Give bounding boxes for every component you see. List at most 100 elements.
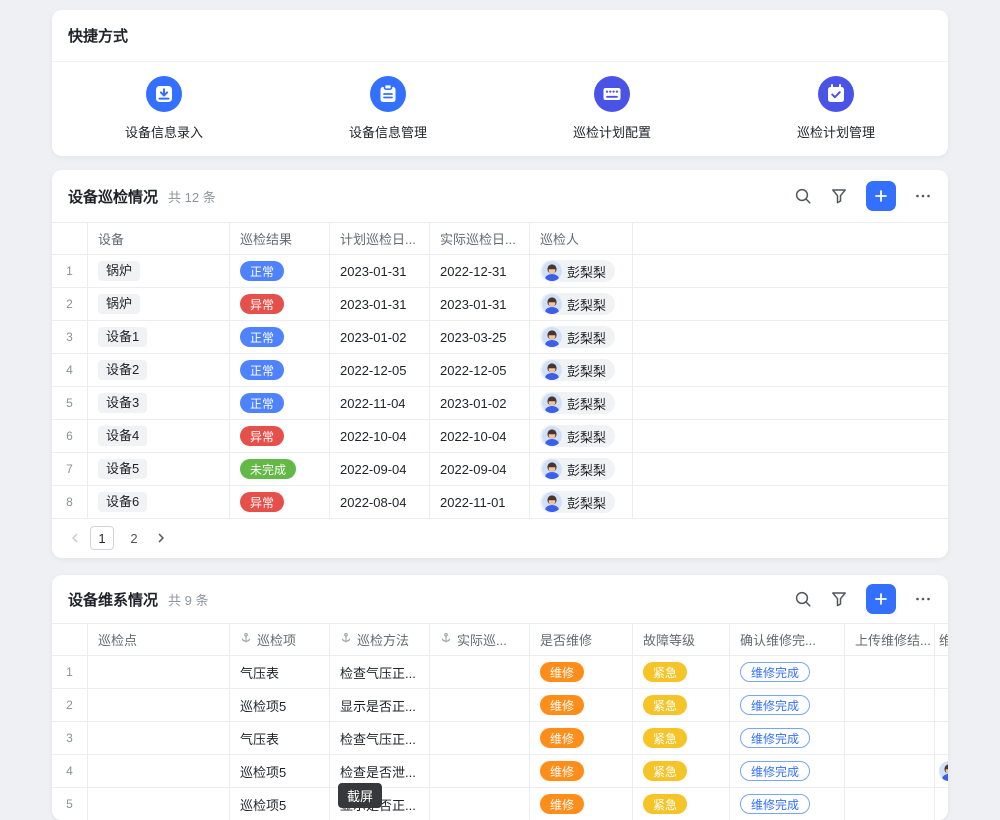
table-row[interactable]: 1 锅炉 正常 2023-01-31 2022-12-31 彭梨梨 [52,255,948,288]
device-cell[interactable]: 设备2 [88,354,230,387]
plan-date-cell[interactable]: 2023-01-02 [330,321,430,354]
repair-cell[interactable]: 维修 [530,722,633,755]
column-header-upload[interactable]: 上传维修结... [845,624,935,656]
inspector-cell[interactable]: 彭梨梨 [530,453,633,486]
table-row[interactable]: 7 设备5 未完成 2022-09-04 2022-09-04 彭梨梨 [52,453,948,486]
table-row[interactable]: 5 巡检项5 显示是否正... 维修 紧急 维修完成 [52,788,948,820]
device-cell[interactable]: 设备4 [88,420,230,453]
shortcut-device-manage[interactable]: 设备信息管理 [276,76,500,141]
point-cell[interactable] [88,689,230,722]
item-cell[interactable]: 巡检项5 [230,755,330,788]
table-row[interactable]: 6 设备4 异常 2022-10-04 2022-10-04 彭梨梨 [52,420,948,453]
column-header-repair[interactable]: 是否维修 [530,624,633,656]
page-button-1[interactable]: 1 [90,526,114,550]
actual-date-cell[interactable]: 2022-12-05 [430,354,530,387]
method-cell[interactable]: 检查气压正... [330,656,430,689]
next-page-icon[interactable] [154,531,168,545]
item-cell[interactable]: 巡检项5 [230,689,330,722]
column-header-confirm[interactable]: 确认维修完... [730,624,845,656]
actual-cell[interactable] [430,722,530,755]
repair-cell[interactable]: 维修 [530,755,633,788]
page-button-2[interactable]: 2 [122,526,146,550]
table-row[interactable]: 1 气压表 检查气压正... 维修 紧急 维修完成 [52,656,948,689]
column-header-point[interactable]: 巡检点 [88,624,230,656]
confirm-cell[interactable]: 维修完成 [730,656,845,689]
column-header-plan-date[interactable]: 计划巡检日... [330,223,430,255]
point-cell[interactable] [88,656,230,689]
result-cell[interactable]: 异常 [230,420,330,453]
actual-date-cell[interactable]: 2023-01-02 [430,387,530,420]
inspector-cell[interactable]: 彭梨梨 [530,354,633,387]
shortcut-device-entry[interactable]: 设备信息录入 [52,76,276,141]
inspector-cell[interactable]: 彭梨梨 [530,486,633,519]
table-row[interactable]: 2 巡检项5 显示是否正... 维修 紧急 维修完成 [52,689,948,722]
result-cell[interactable]: 未完成 [230,453,330,486]
confirm-button[interactable]: 维修完成 [740,662,810,682]
result-cell[interactable]: 正常 [230,255,330,288]
device-cell[interactable]: 设备5 [88,453,230,486]
inspector-cell[interactable]: 彭梨梨 [530,321,633,354]
level-cell[interactable]: 紧急 [633,689,730,722]
device-cell[interactable]: 锅炉 [88,255,230,288]
repair-cell[interactable]: 维修 [530,689,633,722]
confirm-button[interactable]: 维修完成 [740,728,810,748]
result-cell[interactable]: 正常 [230,387,330,420]
upload-cell[interactable] [845,788,935,820]
level-cell[interactable]: 紧急 [633,656,730,689]
actual-cell[interactable] [430,788,530,820]
actual-cell[interactable] [430,656,530,689]
actual-date-cell[interactable]: 2023-01-31 [430,288,530,321]
plan-date-cell[interactable]: 2023-01-31 [330,288,430,321]
prev-page-icon[interactable] [68,531,82,545]
worker-cell[interactable] [935,722,948,755]
more-icon[interactable] [914,590,932,608]
plan-date-cell[interactable]: 2022-08-04 [330,486,430,519]
confirm-button[interactable]: 维修完成 [740,761,810,781]
upload-cell[interactable] [845,656,935,689]
level-cell[interactable]: 紧急 [633,722,730,755]
filter-icon[interactable] [830,590,848,608]
actual-date-cell[interactable]: 2022-12-31 [430,255,530,288]
table-row[interactable]: 4 巡检项5 检查是否泄... 维修 紧急 维修完成 [52,755,948,788]
search-icon[interactable] [794,590,812,608]
add-record-button[interactable] [866,584,896,614]
result-cell[interactable]: 正常 [230,321,330,354]
result-cell[interactable]: 异常 [230,288,330,321]
confirm-button[interactable]: 维修完成 [740,695,810,715]
table-row[interactable]: 3 气压表 检查气压正... 维修 紧急 维修完成 [52,722,948,755]
device-cell[interactable]: 锅炉 [88,288,230,321]
worker-cell[interactable] [935,656,948,689]
item-cell[interactable]: 气压表 [230,722,330,755]
shortcut-plan-manage[interactable]: 巡检计划管理 [724,76,948,141]
confirm-cell[interactable]: 维修完成 [730,788,845,820]
inspector-cell[interactable]: 彭梨梨 [530,387,633,420]
device-cell[interactable]: 设备3 [88,387,230,420]
table-row[interactable]: 4 设备2 正常 2022-12-05 2022-12-05 彭梨梨 [52,354,948,387]
column-header-item[interactable]: 巡检项 [230,624,330,656]
actual-cell[interactable] [430,755,530,788]
result-cell[interactable]: 正常 [230,354,330,387]
item-cell[interactable]: 气压表 [230,656,330,689]
inspector-cell[interactable]: 彭梨梨 [530,255,633,288]
point-cell[interactable] [88,755,230,788]
actual-date-cell[interactable]: 2022-09-04 [430,453,530,486]
repair-cell[interactable]: 维修 [530,656,633,689]
column-header-level[interactable]: 故障等级 [633,624,730,656]
worker-cell[interactable] [935,788,948,820]
column-header-worker[interactable]: 维修人 [935,624,948,656]
table-row[interactable]: 5 设备3 正常 2022-11-04 2023-01-02 彭梨梨 [52,387,948,420]
device-cell[interactable]: 设备6 [88,486,230,519]
column-header-inspector[interactable]: 巡检人 [530,223,633,255]
column-header-actual[interactable]: 实际巡... [430,624,530,656]
method-cell[interactable]: 检查气压正... [330,722,430,755]
plan-date-cell[interactable]: 2023-01-31 [330,255,430,288]
column-header-method[interactable]: 巡检方法 [330,624,430,656]
plan-date-cell[interactable]: 2022-09-04 [330,453,430,486]
upload-cell[interactable] [845,755,935,788]
actual-cell[interactable] [430,689,530,722]
worker-cell[interactable] [935,755,948,788]
more-icon[interactable] [914,187,932,205]
item-cell[interactable]: 巡检项5 [230,788,330,820]
column-header-device[interactable]: 设备 [88,223,230,255]
actual-date-cell[interactable]: 2022-11-01 [430,486,530,519]
